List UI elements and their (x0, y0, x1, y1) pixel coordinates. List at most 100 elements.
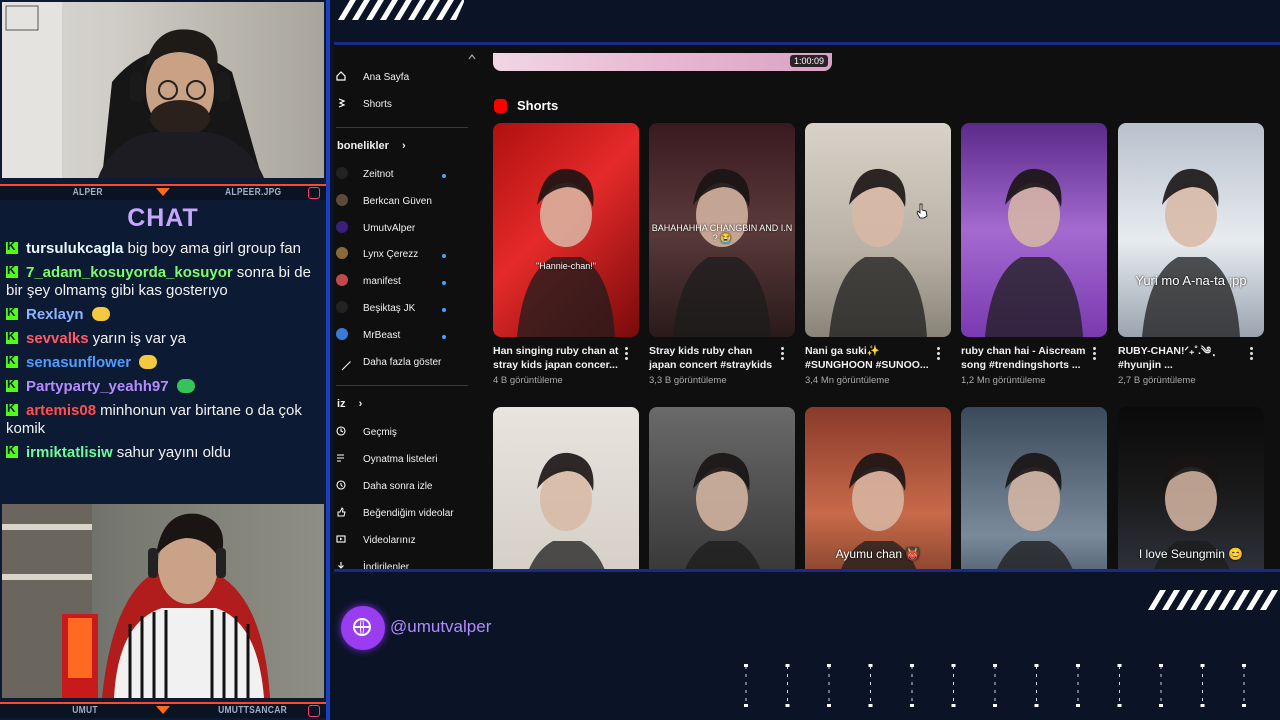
sidebar-item-subscription[interactable]: manifest (336, 273, 466, 293)
kick-badge-icon (6, 377, 18, 392)
short-thumbnail[interactable]: Yuri mo A-na-ta ;pp (1118, 123, 1264, 337)
short-views: 1,2 Mn görüntüleme (961, 375, 1046, 386)
video-duration: 1:00:09 (789, 55, 828, 67)
chevron-up-icon[interactable] (468, 53, 476, 61)
live-dot-icon (442, 281, 446, 286)
sidebar-item-subscription[interactable]: Lynx Çerezz (336, 246, 466, 266)
sidebar-item-library[interactable]: Beğendiğim videolar (336, 505, 466, 525)
chat-username[interactable]: 7_adam_kosuyorda_kosuyor (26, 264, 233, 281)
sidebar-item-label: Ana Sayfa (363, 72, 410, 83)
short-overlay-text: "Hannie-chan!" (536, 261, 596, 271)
chat-username[interactable]: tursulukcagla (26, 240, 124, 257)
sidebar-item-shorts[interactable]: Shorts (336, 96, 466, 116)
short-thumbnail[interactable]: I love Seungmin 😊 (1118, 407, 1264, 569)
kick-badge-icon (6, 329, 18, 344)
short-thumbnail-image (1142, 168, 1240, 337)
short-title[interactable]: ruby chan hai - Aiscream song #trendings… (961, 344, 1089, 372)
shorts-icon (338, 98, 346, 108)
channel-avatar (336, 167, 348, 179)
chat-username[interactable]: Rexlayn (26, 306, 84, 323)
short-thumbnail[interactable] (493, 407, 639, 569)
chat-username[interactable]: Partyparty_yeahh97 (26, 378, 169, 395)
chat-username[interactable]: artemis08 (26, 402, 96, 419)
sidebar-item-subscription[interactable]: Zeitnot (336, 166, 466, 186)
sidebar-item-label: Beğendiğim videolar (363, 508, 454, 519)
kick-badge-icon (6, 263, 18, 278)
sidebar-item-subscription[interactable]: MrBeast (336, 327, 466, 347)
sidebar-item-subscription[interactable]: Berkcan Güven (336, 193, 466, 213)
short-thumbnail-image (985, 168, 1083, 337)
short-thumbnail-image (829, 168, 927, 337)
sidebar-item-subscription[interactable]: UmutvAlper (336, 220, 466, 240)
chat-username[interactable]: senasunflower (26, 354, 131, 371)
short-overlay-text: Ayumu chan 👹 (835, 547, 921, 561)
chat-username[interactable]: irmiktatlisiw (26, 444, 113, 461)
chat-message: 7_adam_kosuyorda_kosuyorsonra bi de bir … (6, 263, 322, 300)
short-title[interactable]: Stray kids ruby chan japan concert #stra… (649, 344, 777, 372)
sidebar-item-subscription[interactable]: Daha fazla göster (334, 352, 466, 374)
sidebar-item-subscription[interactable]: Beşiktaş JK (336, 300, 466, 320)
short-title[interactable]: RUBY-CHAN!ᐟ₊˚.༄ ̥͙ #hyunjin ... (1118, 344, 1246, 372)
streamer-instagram: UMUTTSANCAR (218, 705, 287, 716)
channel-avatar (336, 220, 348, 233)
sidebar-item-label: Daha sonra izle (363, 481, 433, 492)
emote-icon (176, 379, 195, 393)
sidebar-item-home[interactable]: Ana Sayfa (336, 69, 466, 89)
short-thumbnail-image (517, 168, 615, 337)
home-icon (336, 71, 346, 81)
sidebar-item-library[interactable]: Geçmiş (336, 424, 466, 444)
live-dot-icon (442, 254, 446, 259)
short-overlay-text: I love Seungmin 😊 (1138, 547, 1244, 561)
more-options-icon[interactable] (937, 347, 940, 362)
sidebar-item-library[interactable]: İndirilenler (336, 559, 466, 569)
short-views: 3,3 B görüntüleme (649, 375, 727, 386)
short-title[interactable]: Nani ga suki✨ #SUNGHOON #SUNOO... (805, 344, 933, 372)
channel-avatar (336, 247, 348, 260)
social-handle: @umutvalper (390, 617, 492, 636)
more-options-icon[interactable] (1093, 347, 1096, 362)
chat-text: yarın iş var ya (92, 330, 186, 347)
chat-message: irmiktatlisiwsahur yayını oldu (6, 443, 322, 462)
video-thumbnail-partial[interactable]: 1:00:09 (493, 53, 832, 71)
playlist-icon (337, 454, 344, 462)
decorative-stripes (1148, 590, 1278, 610)
triangle-icon (156, 188, 170, 196)
short-title[interactable]: Han singing ruby chan at stray kids japa… (493, 344, 621, 372)
short-thumbnail[interactable]: BAHAHAHHA CHANGBIN AND I.N ? 😭 (649, 123, 795, 337)
more-options-icon[interactable] (1250, 347, 1253, 362)
sidebar-item-label: Videolarınız (363, 535, 416, 546)
sidebar-subscriptions-header[interactable]: bonelikler › (337, 140, 406, 152)
streamer-instagram: ALPEER.JPG (224, 187, 282, 198)
your-videos-icon (336, 535, 346, 543)
youtube-window: Ana Sayfa Shorts bonelikler › Zeitnot Ber… (334, 42, 1280, 572)
sidebar-you-header[interactable]: iz › (337, 398, 362, 410)
short-overlay-text: Yuri mo A-na-ta ;pp (1135, 273, 1247, 288)
left-accent-rail (326, 0, 330, 720)
sidebar-item-library[interactable]: Videolarınız (336, 532, 466, 552)
short-thumbnail[interactable] (961, 407, 1107, 569)
short-thumbnail[interactable]: Ayumu chan 👹 (805, 407, 951, 569)
chat-username[interactable]: sevvalks (26, 330, 89, 347)
webcam-alper (2, 2, 324, 178)
sidebar-item-label: Shorts (363, 99, 392, 110)
short-thumbnail-image (997, 452, 1073, 569)
chat-message: Rexlayn (6, 305, 322, 324)
chevron-right-icon: › (358, 398, 363, 410)
short-views: 4 B görüntüleme (493, 375, 563, 386)
instagram-icon (308, 705, 320, 717)
sidebar-item-label: manifest (363, 276, 401, 288)
short-overlay-text: BAHAHAHHA CHANGBIN AND I.N ? 😭 (651, 223, 793, 243)
short-thumbnail[interactable]: "Hannie-chan!" (493, 123, 639, 337)
more-options-icon[interactable] (781, 347, 784, 362)
chevron-down-icon (334, 352, 351, 370)
short-thumbnail[interactable] (649, 407, 795, 569)
short-thumbnail[interactable] (961, 123, 1107, 337)
watch-later-icon (336, 480, 346, 490)
shorts-section-title: Shorts (517, 98, 559, 113)
sidebar-item-library[interactable]: Daha sonra izle (336, 478, 466, 498)
you-label: iz (337, 398, 346, 410)
sidebar-item-library[interactable]: Oynatma listeleri (336, 451, 466, 471)
live-dot-icon (442, 308, 446, 312)
more-options-icon[interactable] (625, 347, 628, 362)
short-thumbnail[interactable] (805, 123, 951, 337)
